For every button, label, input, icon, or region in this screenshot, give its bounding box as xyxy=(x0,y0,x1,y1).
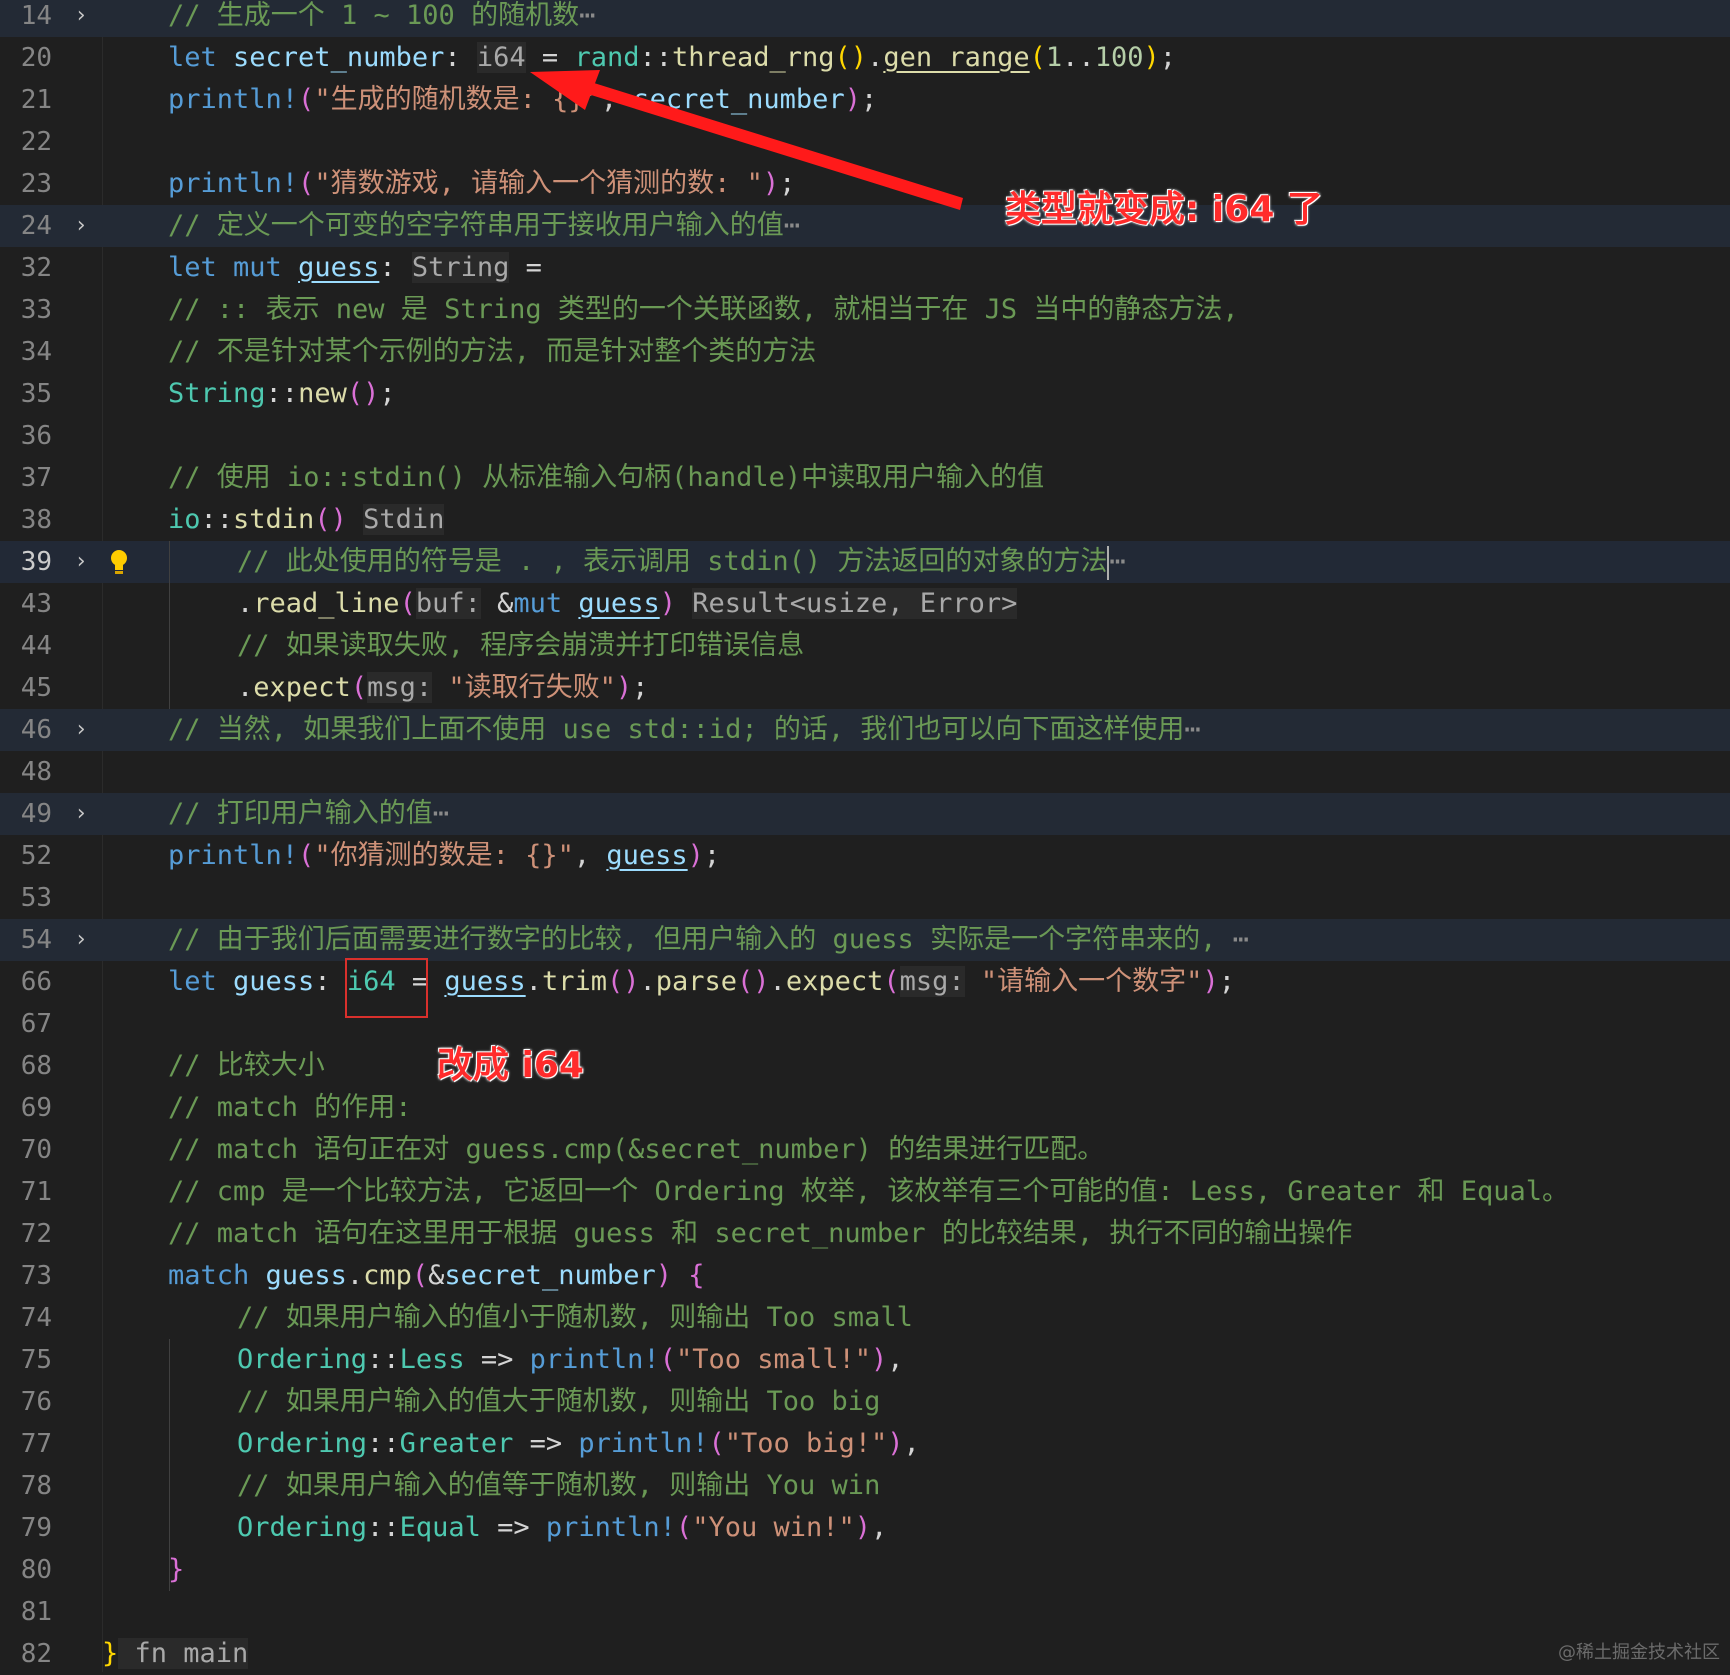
watermark: @稀土掘金技术社区 xyxy=(1558,1642,1720,1663)
annotation-arrow xyxy=(530,70,963,210)
annotation-type-changed: 类型就变成: i64 了 xyxy=(1005,189,1323,230)
annotation-changed-to: 改成 i64 xyxy=(437,1045,584,1086)
